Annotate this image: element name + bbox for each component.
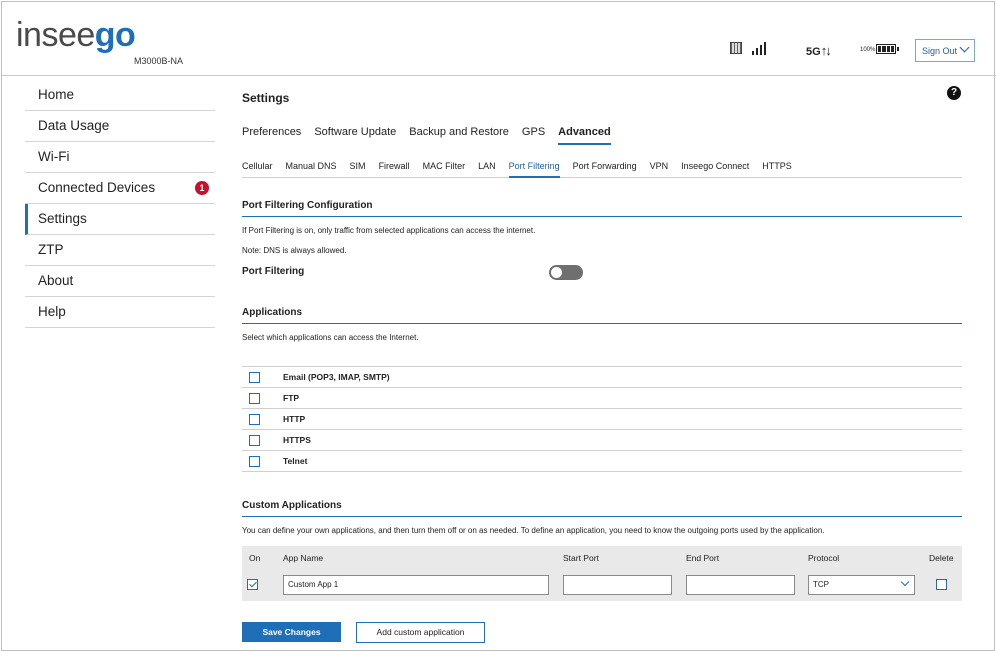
http-checkbox[interactable] bbox=[249, 413, 260, 425]
chevron-down-icon bbox=[900, 577, 910, 587]
delete-checkbox[interactable] bbox=[936, 579, 947, 590]
custom-applications-table: On App Name Start Port End Port Protocol… bbox=[242, 546, 962, 601]
column-header-app-name: App Name bbox=[283, 553, 324, 563]
sidebar-item-about[interactable]: About bbox=[25, 266, 215, 297]
protocol-select[interactable]: TCP bbox=[808, 575, 915, 595]
sidebar-item-label: Wi-Fi bbox=[38, 149, 70, 164]
subtab-firewall[interactable]: Firewall bbox=[379, 161, 410, 178]
applications-section-title: Applications bbox=[242, 307, 962, 324]
sidebar-item-label: Home bbox=[38, 87, 75, 102]
subtab-vpn[interactable]: VPN bbox=[650, 161, 669, 178]
app-label: Telnet bbox=[283, 456, 308, 466]
save-changes-button[interactable]: Save Changes bbox=[242, 622, 341, 642]
settings-tabs: Preferences Software Update Backup and R… bbox=[242, 126, 624, 145]
column-header-end-port: End Port bbox=[686, 553, 720, 563]
column-header-on: On bbox=[249, 553, 261, 563]
help-icon[interactable]: ? bbox=[947, 86, 961, 100]
list-item: Email (POP3, IMAP, SMTP) bbox=[242, 367, 962, 388]
custom-applications-section-title: Custom Applications bbox=[242, 500, 962, 517]
list-item: FTP bbox=[242, 388, 962, 409]
signal-strength-icon bbox=[752, 42, 768, 55]
battery-percent: 100% bbox=[860, 47, 876, 53]
app-label: Email (POP3, IMAP, SMTP) bbox=[283, 372, 390, 382]
port-filtering-description: If Port Filtering is on, only traffic fr… bbox=[242, 226, 536, 235]
subtab-port-forwarding[interactable]: Port Forwarding bbox=[573, 161, 637, 178]
sign-out-label: Sign Out bbox=[922, 45, 958, 56]
sidebar-item-data-usage[interactable]: Data Usage bbox=[25, 111, 215, 142]
app-window: inseego M3000B-NA 5G↑↓ 100% Sign Out Hom… bbox=[1, 1, 996, 651]
column-header-start-port: Start Port bbox=[563, 553, 599, 563]
subtab-manual-dns[interactable]: Manual DNS bbox=[286, 161, 337, 178]
add-custom-application-button[interactable]: Add custom application bbox=[356, 622, 485, 643]
column-header-protocol: Protocol bbox=[808, 553, 840, 563]
app-label: HTTPS bbox=[283, 435, 311, 445]
port-filtering-toggle[interactable] bbox=[549, 265, 583, 280]
sidebar-item-label: About bbox=[38, 273, 74, 288]
app-label: HTTP bbox=[283, 414, 306, 424]
sidebar-item-label: Settings bbox=[38, 211, 87, 226]
app-label: FTP bbox=[283, 393, 300, 403]
logo-suffix: go bbox=[94, 16, 136, 54]
telnet-checkbox[interactable] bbox=[249, 455, 260, 467]
protocol-value: TCP bbox=[813, 580, 829, 589]
subtab-lan[interactable]: LAN bbox=[478, 161, 496, 178]
battery-icon bbox=[876, 44, 899, 54]
column-header-delete: Delete bbox=[929, 553, 954, 563]
sidebar-item-label: Data Usage bbox=[38, 118, 110, 133]
sidebar-item-help[interactable]: Help bbox=[25, 297, 215, 328]
sidebar-item-label: Connected Devices bbox=[38, 180, 156, 195]
tab-backup-and-restore[interactable]: Backup and Restore bbox=[409, 126, 509, 145]
data-activity-arrows-icon: ↑↓ bbox=[820, 43, 832, 58]
device-model: M3000B-NA bbox=[134, 56, 184, 66]
page-title: Settings bbox=[242, 91, 290, 105]
sidebar-nav: Home Data Usage Wi-Fi Connected Devices 1… bbox=[25, 80, 215, 328]
sim-card-icon bbox=[730, 42, 742, 54]
port-filtering-section-title: Port Filtering Configuration bbox=[242, 200, 962, 217]
sidebar-item-connected-devices[interactable]: Connected Devices 1 bbox=[25, 173, 215, 204]
list-item: HTTP bbox=[242, 409, 962, 430]
custom-applications-description: You can define your own applications, an… bbox=[242, 526, 825, 535]
subtab-inseego-connect[interactable]: Inseego Connect bbox=[681, 161, 749, 178]
sidebar-item-settings[interactable]: Settings bbox=[25, 204, 215, 235]
chevron-down-icon bbox=[959, 42, 970, 53]
network-indicator: 5G↑↓ bbox=[806, 43, 832, 58]
tab-advanced[interactable]: Advanced bbox=[558, 126, 611, 145]
ftp-checkbox[interactable] bbox=[249, 392, 260, 404]
sign-out-dropdown[interactable]: Sign Out bbox=[915, 39, 975, 62]
network-type: 5G bbox=[806, 46, 821, 58]
subtab-https[interactable]: HTTPS bbox=[762, 161, 792, 178]
subtab-cellular[interactable]: Cellular bbox=[242, 161, 273, 178]
sidebar-item-wifi[interactable]: Wi-Fi bbox=[25, 142, 215, 173]
port-filtering-toggle-label: Port Filtering bbox=[242, 266, 305, 277]
tab-software-update[interactable]: Software Update bbox=[314, 126, 396, 145]
tab-gps[interactable]: GPS bbox=[522, 126, 545, 145]
https-checkbox[interactable] bbox=[249, 434, 260, 446]
sidebar-item-home[interactable]: Home bbox=[25, 80, 215, 111]
inseego-logo: inseego bbox=[16, 16, 136, 54]
end-port-input[interactable] bbox=[686, 575, 795, 595]
email-checkbox[interactable] bbox=[249, 371, 260, 383]
sidebar-item-ztp[interactable]: ZTP bbox=[25, 235, 215, 266]
sidebar-item-label: ZTP bbox=[38, 242, 64, 257]
list-item: HTTPS bbox=[242, 430, 962, 451]
applications-list: Email (POP3, IMAP, SMTP) FTP HTTP HTTPS … bbox=[242, 366, 962, 472]
connected-devices-count-badge: 1 bbox=[195, 181, 209, 195]
header: inseego M3000B-NA 5G↑↓ 100% Sign Out bbox=[2, 2, 996, 76]
subtab-mac-filter[interactable]: MAC Filter bbox=[423, 161, 466, 178]
subtab-sim[interactable]: SIM bbox=[350, 161, 366, 178]
custom-app-on-checkbox[interactable] bbox=[247, 579, 258, 590]
advanced-subtabs: Cellular Manual DNS SIM Firewall MAC Fil… bbox=[242, 161, 962, 178]
start-port-input[interactable] bbox=[563, 575, 672, 595]
app-name-input[interactable]: Custom App 1 bbox=[283, 575, 549, 595]
list-item: Telnet bbox=[242, 451, 962, 472]
dns-note: Note: DNS is always allowed. bbox=[242, 246, 347, 255]
applications-description: Select which applications can access the… bbox=[242, 333, 419, 342]
sidebar-item-label: Help bbox=[38, 304, 66, 319]
subtab-port-filtering[interactable]: Port Filtering bbox=[508, 161, 560, 178]
logo-prefix: insee bbox=[16, 16, 95, 54]
tab-preferences[interactable]: Preferences bbox=[242, 126, 301, 145]
